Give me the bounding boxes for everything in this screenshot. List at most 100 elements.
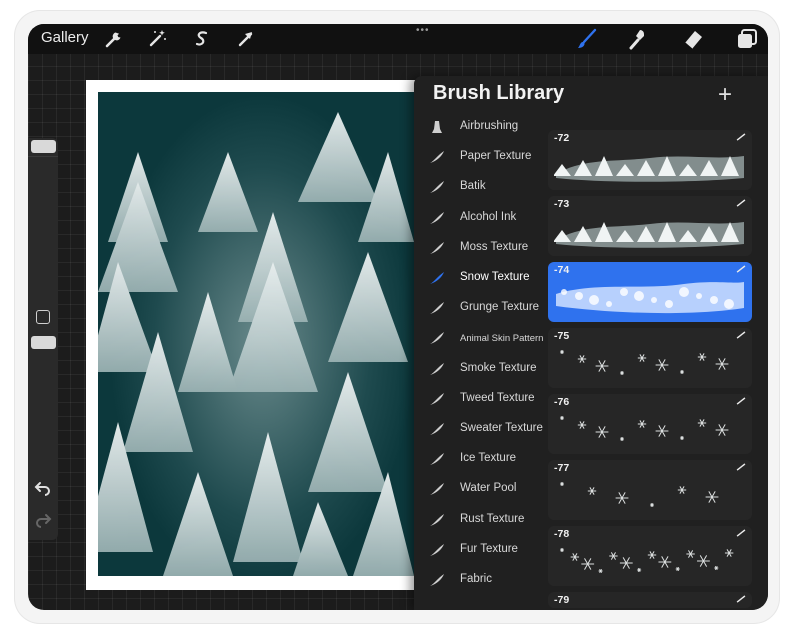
brush-edit-icon xyxy=(736,133,746,141)
add-brush-set-button[interactable]: + xyxy=(718,81,732,109)
top-toolbar: Gallery ••• xyxy=(28,24,768,54)
airbrush-icon xyxy=(432,121,442,133)
magic-wand-icon[interactable] xyxy=(145,27,169,51)
brush-name: -76 xyxy=(554,396,570,408)
brush-stroke-icon xyxy=(430,332,444,345)
brush-library-panel: Brush Library + Airbrushing Paper Texture… xyxy=(414,76,768,610)
brush-set-item[interactable]: Sweater Texture xyxy=(428,418,550,442)
brush-set-label: Fabric xyxy=(460,573,492,585)
brush-stroke-icon xyxy=(430,181,444,194)
brush-edit-icon xyxy=(736,595,746,603)
selection-icon[interactable] xyxy=(190,27,214,51)
transform-arrow-icon[interactable] xyxy=(234,27,258,51)
brush-stroke-icon xyxy=(430,211,444,224)
brush-stroke-icon xyxy=(430,241,444,254)
undo-icon[interactable] xyxy=(34,478,52,496)
brush-set-item[interactable]: Snow Texture xyxy=(428,267,550,291)
brush-set-item[interactable]: Rust Texture xyxy=(428,509,550,533)
brush-stroke-icon xyxy=(430,272,444,284)
brush-item[interactable]: -77 xyxy=(548,460,752,520)
brush-stroke-icon xyxy=(430,392,444,405)
brush-stroke-icon xyxy=(430,151,444,164)
brush-set-label: Ice Texture xyxy=(460,452,517,465)
brush-item[interactable]: -74 xyxy=(548,262,752,322)
brush-stroke-icon xyxy=(430,574,444,586)
brush-item[interactable]: -73 xyxy=(548,196,752,256)
brush-item[interactable]: -72 xyxy=(548,130,752,190)
brush-preview-stroke xyxy=(556,282,744,314)
brush-set-label: Animal Skin Pattern xyxy=(460,333,544,345)
brush-set-item[interactable]: Smoke Texture xyxy=(428,358,550,382)
brush-preview-stroke xyxy=(560,416,729,441)
brush-edit-icon xyxy=(736,463,746,471)
brush-set-label: Alcohol Ink xyxy=(460,210,517,223)
brush-name: -77 xyxy=(554,462,570,474)
brush-set-item[interactable]: Tweed Texture xyxy=(428,388,550,412)
modify-square[interactable] xyxy=(36,310,50,324)
brush-set-label: Airbrushing xyxy=(460,120,519,132)
brush-name: -74 xyxy=(554,264,570,276)
app-screen: Gallery ••• Brush Library + Airbrushing … xyxy=(28,24,768,610)
brush-item[interactable]: -78 xyxy=(548,526,752,586)
smudge-icon[interactable] xyxy=(626,27,650,51)
drag-handle[interactable]: ••• xyxy=(416,25,430,36)
brush-set-item[interactable]: Fur Texture xyxy=(428,539,550,563)
brush-stroke-icon xyxy=(430,423,444,435)
brush-set-label: Smoke Texture xyxy=(460,361,537,374)
brush-stroke-icon xyxy=(430,302,444,315)
brush-set-label: Tweed Texture xyxy=(460,391,535,404)
brush-item[interactable]: -79 xyxy=(548,592,752,608)
brush-edit-icon xyxy=(736,397,746,405)
brush-set-label: Fur Texture xyxy=(460,542,518,555)
brush-preview-stroke xyxy=(554,606,746,608)
gallery-button[interactable]: Gallery xyxy=(41,29,89,46)
brush-set-label: Grunge Texture xyxy=(460,301,540,314)
size-slider-track[interactable] xyxy=(28,156,58,306)
brush-set-item[interactable]: Airbrushing xyxy=(428,116,550,140)
brush-set-item[interactable]: Paper Texture xyxy=(428,146,550,170)
brush-set-item[interactable]: Fabric xyxy=(428,569,550,593)
opacity-slider[interactable] xyxy=(31,336,56,349)
brush-icon[interactable] xyxy=(575,27,599,51)
brush-edit-icon xyxy=(736,331,746,339)
wrench-icon[interactable] xyxy=(102,27,126,51)
brush-edit-icon xyxy=(736,265,746,273)
brush-set-label: Sweater Texture xyxy=(460,422,543,434)
brush-name: -79 xyxy=(554,594,570,606)
brush-set-item[interactable]: Grunge Texture xyxy=(428,297,550,321)
brush-set-label: Moss Texture xyxy=(460,240,529,253)
brush-stroke-icon xyxy=(430,453,444,466)
brush-set-item[interactable]: Animal Skin Pattern xyxy=(428,327,550,351)
brush-preview-stroke xyxy=(554,156,744,182)
brush-preview-stroke xyxy=(560,482,719,507)
redo-icon[interactable] xyxy=(34,510,52,528)
brush-stroke-icon xyxy=(430,483,444,496)
brush-preview-stroke xyxy=(560,548,734,573)
brush-edit-icon xyxy=(736,529,746,537)
brush-stroke-icon xyxy=(430,543,444,556)
brush-item[interactable]: -75 xyxy=(548,328,752,388)
brush-set-item[interactable]: Water Pool xyxy=(428,478,550,502)
brush-item[interactable]: -76 xyxy=(548,394,752,454)
layers-icon[interactable] xyxy=(735,27,759,51)
brush-set-label: Snow Texture xyxy=(460,271,530,283)
brush-set-item[interactable]: Alcohol Ink xyxy=(428,207,550,231)
brush-preview-stroke xyxy=(554,222,744,248)
brush-name: -75 xyxy=(554,330,570,342)
brush-name: -72 xyxy=(554,132,570,144)
brush-set-item[interactable]: Moss Texture xyxy=(428,237,550,261)
brush-set-label: Batik xyxy=(460,180,486,193)
size-slider[interactable] xyxy=(31,140,56,153)
brush-set-item[interactable]: Batik xyxy=(428,176,550,200)
snowy-forest-artwork[interactable] xyxy=(98,92,414,576)
brush-set-label: Paper Texture xyxy=(460,150,532,163)
brush-set-item[interactable]: Ice Texture xyxy=(428,448,550,472)
left-sidebar xyxy=(28,138,58,540)
brush-preview-stroke xyxy=(560,350,729,375)
brush-name: -78 xyxy=(554,528,570,540)
eraser-icon[interactable] xyxy=(681,27,705,51)
brush-stroke-icon xyxy=(430,362,444,375)
brush-name: -73 xyxy=(554,198,570,210)
brush-stroke-icon xyxy=(430,513,444,526)
brush-edit-icon xyxy=(736,199,746,207)
